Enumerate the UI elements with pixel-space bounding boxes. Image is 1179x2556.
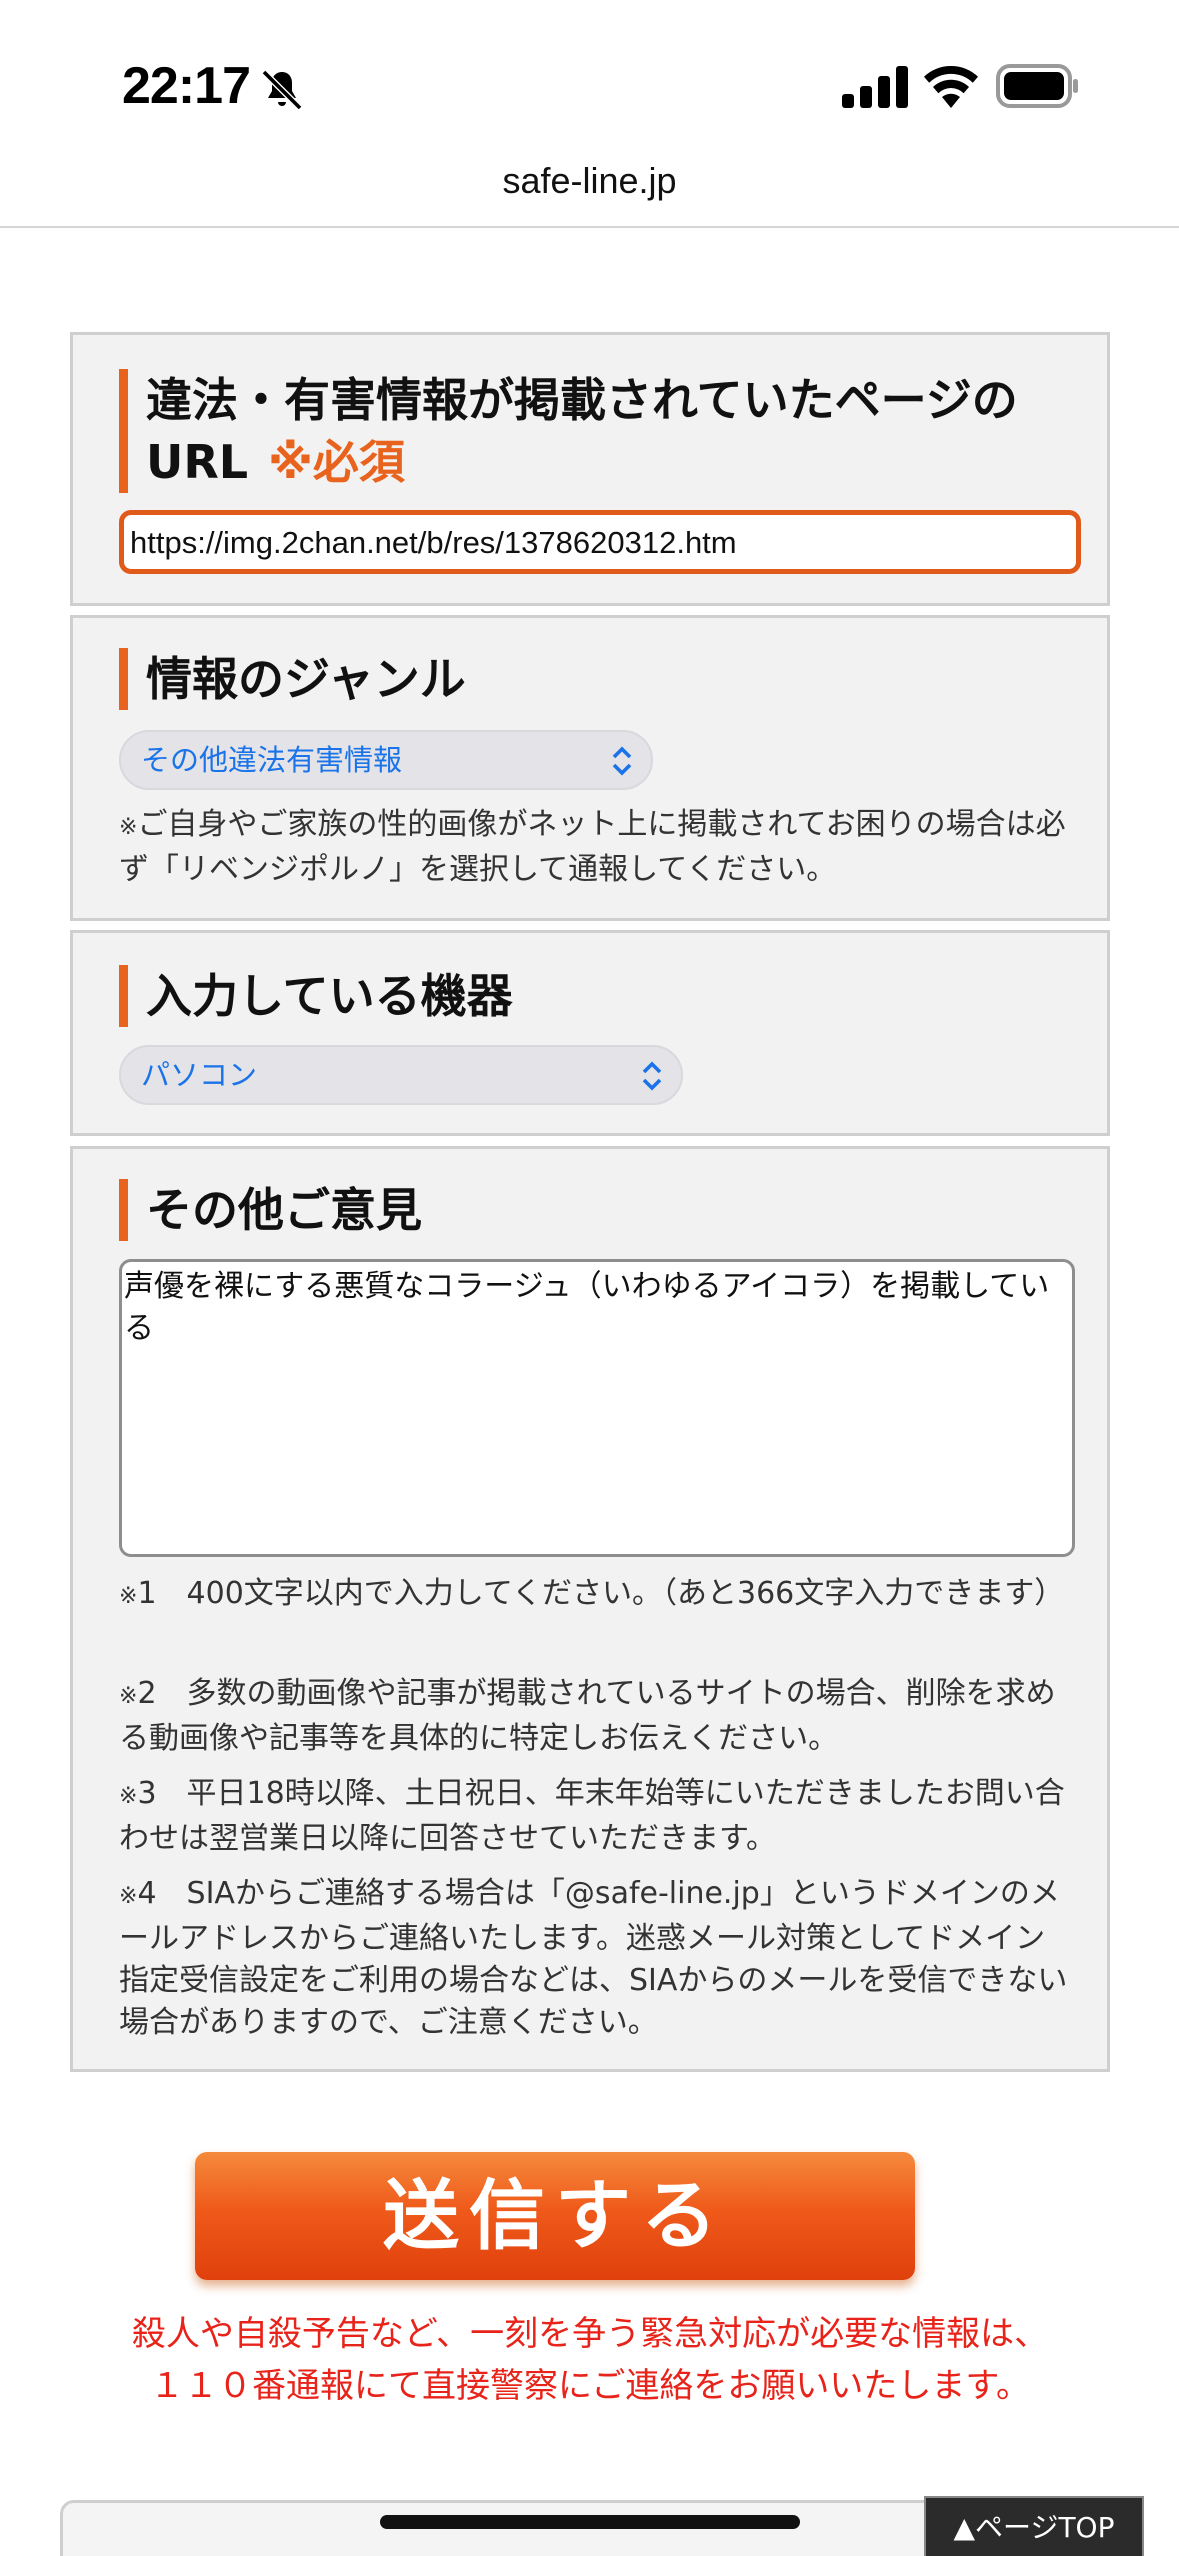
device-select-value: パソコン xyxy=(141,1058,258,1092)
note-mark: ※ xyxy=(119,815,138,840)
url-section: 違法・有害情報が掲載されていたページの URL ※必須 https://img.2… xyxy=(70,332,1110,606)
home-indicator[interactable] xyxy=(380,2515,800,2529)
genre-select[interactable]: その他違法有害情報 xyxy=(119,730,653,790)
note-text: 2 多数の動画像や記事が掲載されているサイトの場合、削除を求める動画像や記事等を… xyxy=(119,1676,1056,1756)
url-heading-line1: 違法・有害情報が掲載されていたページの xyxy=(146,373,1018,427)
note-text: 1 400文字以内で入力してください。（あと366文字入力できます） xyxy=(137,1576,1065,1611)
genre-note: ※ご自身やご家族の性的画像がネット上に掲載されてお困りの場合は必ず「リベンジポル… xyxy=(119,804,1069,891)
submit-button[interactable]: 送信する xyxy=(195,2152,915,2280)
note-mark: ※ xyxy=(119,1584,138,1609)
warning-line-1: 殺人や自殺予告など、一刻を争う緊急対応が必要な情報は、 xyxy=(131,2314,1049,2354)
url-section-heading: 違法・有害情報が掲載されていたページの URL ※必須 xyxy=(119,369,1018,493)
required-label: ※必須 xyxy=(268,435,405,489)
device-section: 入力している機器 パソコン xyxy=(70,930,1110,1136)
battery-icon xyxy=(996,64,1078,108)
opinion-section: その他ご意見 声優を裸にする悪質なコラージュ（いわゆるアイコラ）を掲載している … xyxy=(70,1146,1110,2072)
browser-url-bar[interactable]: safe-line.jp xyxy=(0,150,1179,228)
device-heading: 入力している機器 xyxy=(119,965,513,1027)
select-chevron-icon xyxy=(642,1061,662,1091)
note-mark: ※ xyxy=(119,1784,138,1809)
opinion-note-1: ※1 400文字以内で入力してください。（あと366文字入力できます） xyxy=(119,1573,1069,1618)
note-mark: ※ xyxy=(119,1884,138,1909)
genre-section: 情報のジャンル その他違法有害情報 ※ご自身やご家族の性的画像がネット上に掲載さ… xyxy=(70,615,1110,921)
note-text: 3 平日18時以降、土日祝日、年末年始等にいただきましたお問い合わせは翌営業日以… xyxy=(119,1776,1065,1856)
opinion-note-2: ※2 多数の動画像や記事が掲載されているサイトの場合、削除を求める動画像や記事等… xyxy=(119,1673,1069,1760)
note-text: 4 SIAからご連絡する場合は「@safe-line.jp」というドメインのメー… xyxy=(119,1876,1068,2040)
opinion-heading: その他ご意見 xyxy=(119,1179,422,1241)
warning-line-2: １１０番通報にて直接警察にご連絡をお願いいたします。 xyxy=(150,2366,1030,2406)
status-bar: 22:17 xyxy=(0,0,1179,150)
status-time: 22:17 xyxy=(122,57,251,115)
device-select[interactable]: パソコン xyxy=(119,1045,683,1105)
opinion-note-3: ※3 平日18時以降、土日祝日、年末年始等にいただきましたお問い合わせは翌営業日… xyxy=(119,1773,1069,1860)
select-chevron-icon xyxy=(612,746,632,776)
bell-slash-icon xyxy=(261,69,303,111)
wifi-icon xyxy=(924,65,978,108)
page-top-button[interactable]: ▲ページTOP xyxy=(924,2496,1144,2556)
opinion-textarea[interactable]: 声優を裸にする悪質なコラージュ（いわゆるアイコラ）を掲載している xyxy=(119,1259,1075,1557)
signal-icon xyxy=(842,66,908,108)
url-heading-line2: URL xyxy=(146,435,249,489)
genre-select-value: その他違法有害情報 xyxy=(141,743,403,777)
browser-url: safe-line.jp xyxy=(502,160,677,201)
genre-heading: 情報のジャンル xyxy=(119,648,466,710)
note-mark: ※ xyxy=(119,1684,138,1709)
genre-note-text: ご自身やご家族の性的画像がネット上に掲載されてお困りの場合は必ず「リベンジポルノ… xyxy=(119,807,1066,887)
opinion-note-4: ※4 SIAからご連絡する場合は「@safe-line.jp」というドメインのメ… xyxy=(119,1873,1069,2044)
url-input[interactable]: https://img.2chan.net/b/res/1378620312.h… xyxy=(119,510,1081,574)
emergency-warning: 殺人や自殺予告など、一刻を争う緊急対応が必要な情報は、 １１０番通報にて直接警察… xyxy=(60,2308,1120,2412)
